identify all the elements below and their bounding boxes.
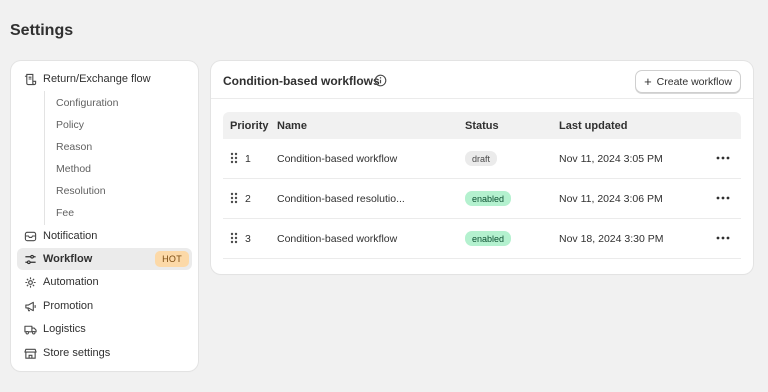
more-actions-icon[interactable] (715, 192, 731, 204)
column-header-status: Status (465, 120, 499, 132)
column-header-priority: Priority (230, 120, 269, 132)
mail-icon (23, 229, 37, 243)
sidebar-item-label: Automation (43, 276, 99, 288)
subnav-divider (44, 91, 45, 225)
status-badge: enabled (465, 231, 512, 246)
sidebar-item-label: Notification (43, 230, 98, 242)
status-badge: enabled (465, 191, 512, 206)
settings-sidebar: Return/Exchange flow Configuration Polic… (11, 61, 198, 371)
sidebar-item-promotion[interactable]: Promotion (17, 295, 192, 317)
plus-icon: + (644, 74, 652, 89)
sidebar-subitem-resolution[interactable]: Resolution (56, 185, 106, 199)
table-header: Priority Name Status Last updated (223, 112, 741, 139)
page-title: Settings (10, 22, 74, 39)
table-row[interactable]: 2 Condition-based resolutio... enabled N… (223, 179, 741, 219)
more-actions-icon[interactable] (715, 152, 731, 164)
table-row[interactable]: 3 Condition-based workflow enabled Nov 1… (223, 219, 741, 259)
megaphone-icon (23, 299, 37, 313)
card-title: Condition-based workflows (223, 74, 380, 88)
sidebar-subitem-fee[interactable]: Fee (56, 207, 74, 221)
drag-handle-icon[interactable] (230, 232, 238, 244)
sidebar-item-label: Store settings (43, 347, 111, 359)
sidebar-item-label: Workflow (43, 253, 93, 265)
drag-handle-icon[interactable] (230, 152, 238, 164)
sidebar-subitem-configuration[interactable]: Configuration (56, 97, 118, 111)
hot-badge: HOT (155, 251, 189, 267)
sidebar-item-label: Return/Exchange flow (43, 73, 151, 85)
table-row[interactable]: 1 Condition-based workflow draft Nov 11,… (223, 139, 741, 179)
drag-handle-icon[interactable] (230, 192, 238, 204)
receipt-icon (23, 72, 37, 86)
card-header: Condition-based workflows + Create workf… (211, 61, 753, 99)
sidebar-subitem-policy[interactable]: Policy (56, 119, 84, 133)
column-header-name: Name (277, 120, 307, 132)
priority-cell: 1 (245, 153, 251, 165)
create-workflow-button[interactable]: + Create workflow (635, 70, 741, 93)
sidebar-item-store-settings[interactable]: Store settings (17, 342, 192, 364)
workflows-card: Condition-based workflows + Create workf… (211, 61, 753, 274)
sidebar-item-label: Promotion (43, 300, 94, 312)
workflow-icon (23, 252, 37, 266)
sidebar-item-notification[interactable]: Notification (17, 225, 192, 247)
sidebar-item-workflow[interactable]: Workflow HOT (17, 248, 192, 270)
name-cell[interactable]: Condition-based resolutio... (277, 193, 405, 205)
priority-cell: 3 (245, 233, 251, 245)
column-header-last-updated: Last updated (559, 120, 628, 132)
last-updated-cell: Nov 11, 2024 3:06 PM (559, 193, 663, 205)
last-updated-cell: Nov 18, 2024 3:30 PM (559, 233, 664, 245)
truck-icon (23, 322, 37, 336)
last-updated-cell: Nov 11, 2024 3:05 PM (559, 153, 663, 165)
name-cell[interactable]: Condition-based workflow (277, 153, 397, 165)
sidebar-item-label: Logistics (43, 323, 86, 335)
more-actions-icon[interactable] (715, 232, 731, 244)
priority-cell: 2 (245, 193, 251, 205)
sidebar-item-logistics[interactable]: Logistics (17, 318, 192, 340)
sidebar-item-automation[interactable]: Automation (17, 271, 192, 293)
automation-gear-icon (23, 275, 37, 289)
sidebar-subitem-method[interactable]: Method (56, 163, 91, 177)
status-badge: draft (465, 151, 498, 166)
name-cell[interactable]: Condition-based workflow (277, 233, 397, 245)
sidebar-item-return-exchange-flow[interactable]: Return/Exchange flow (17, 68, 192, 90)
create-workflow-label: Create workflow (656, 75, 732, 88)
store-icon (23, 346, 37, 360)
info-icon[interactable] (374, 74, 387, 87)
sidebar-subitem-reason[interactable]: Reason (56, 141, 92, 155)
